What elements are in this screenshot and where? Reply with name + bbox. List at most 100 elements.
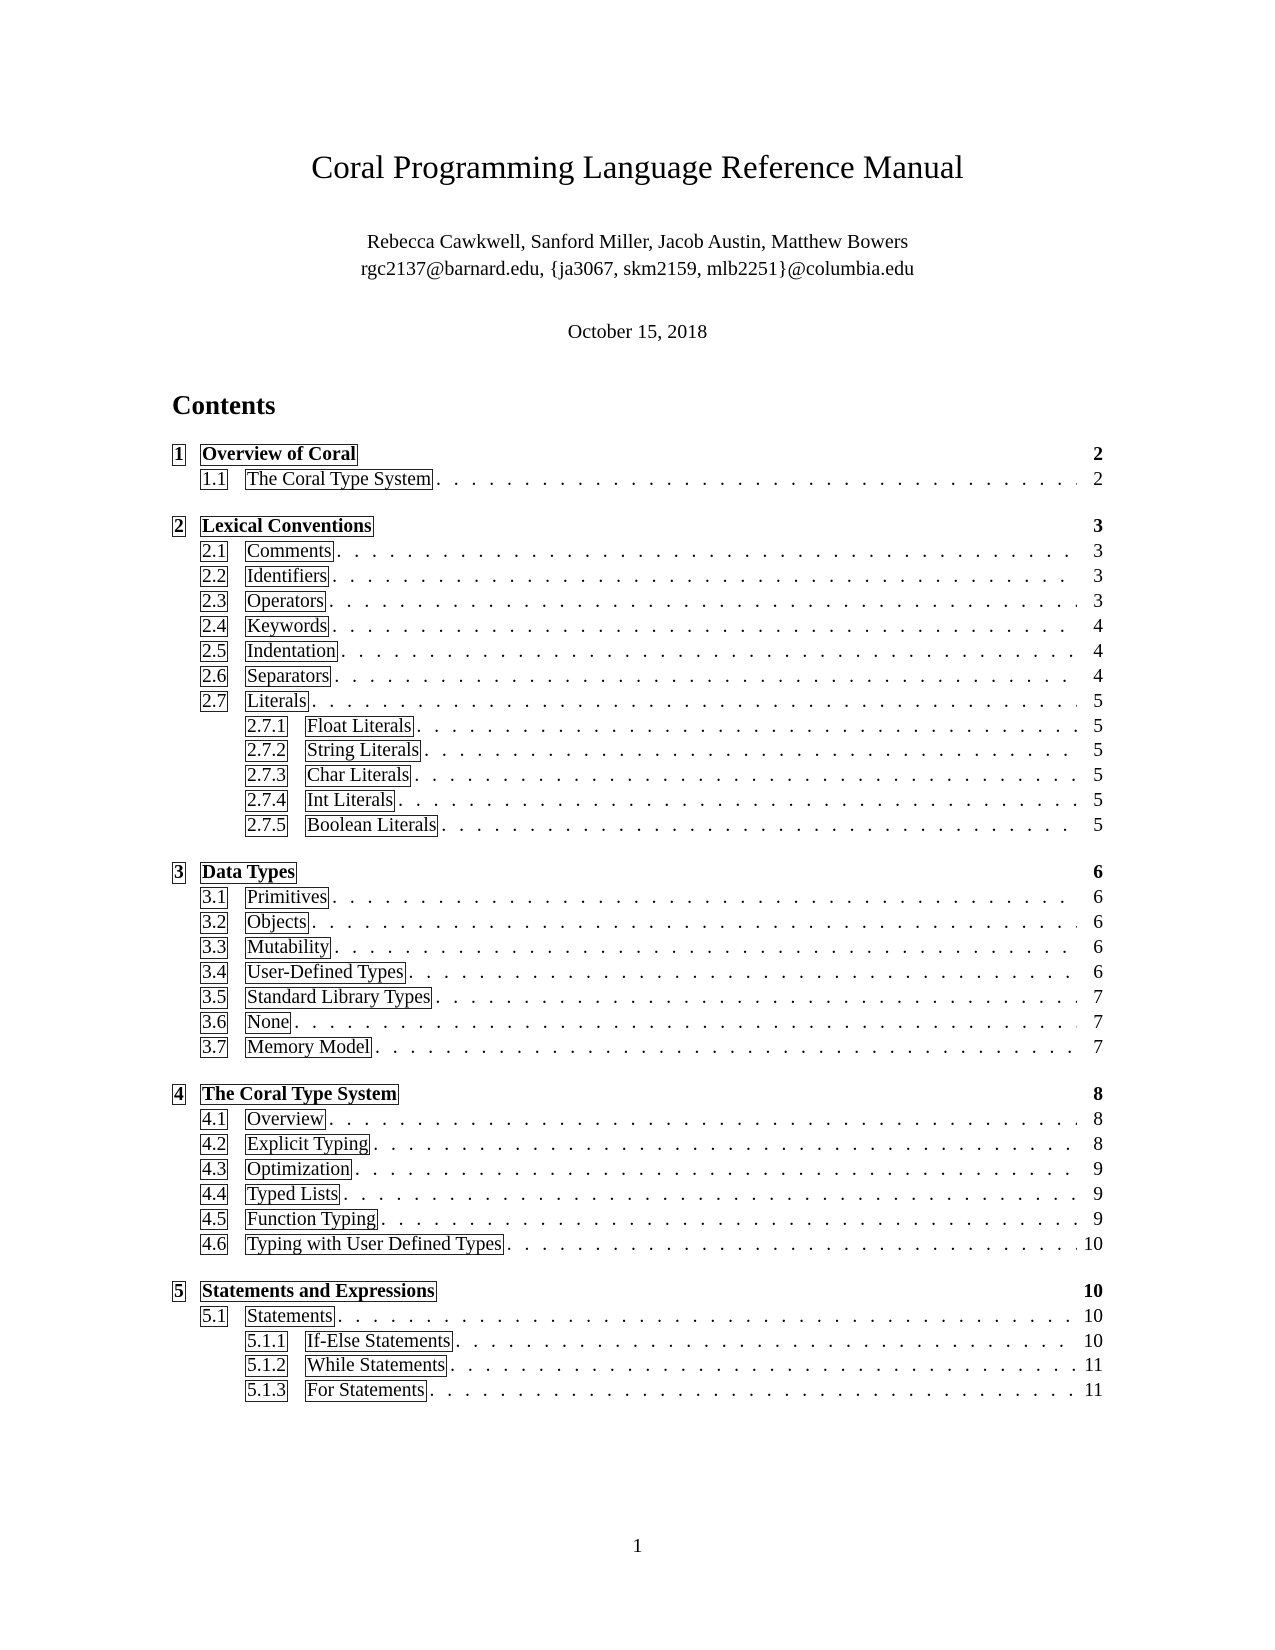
toc-entry[interactable]: 2.5Indentation. . . . . . . . . . . . . … <box>172 640 1103 665</box>
toc-entry-page[interactable]: 6 <box>1077 886 1103 911</box>
toc-entry[interactable]: 3.2Objects. . . . . . . . . . . . . . . … <box>172 911 1103 936</box>
toc-entry[interactable]: 2.7.3Char Literals. . . . . . . . . . . … <box>172 764 1103 789</box>
toc-entry[interactable]: 5.1.2While Statements. . . . . . . . . .… <box>172 1354 1103 1379</box>
toc-entry-number[interactable]: 4.1 <box>200 1108 245 1133</box>
toc-entry[interactable]: 3.3Mutability. . . . . . . . . . . . . .… <box>172 936 1103 961</box>
toc-entry[interactable]: 1Overview of Coral 2 <box>172 443 1103 468</box>
toc-entry-label[interactable]: Standard Library Types <box>245 986 432 1011</box>
toc-entry-number[interactable]: 5.1.1 <box>245 1330 305 1355</box>
toc-entry-label[interactable]: None <box>245 1011 291 1036</box>
toc-entry-number[interactable]: 2.7.2 <box>245 739 305 764</box>
toc-entry[interactable]: 5.1.3For Statements. . . . . . . . . . .… <box>172 1379 1103 1404</box>
toc-entry-page[interactable]: 11 <box>1077 1379 1103 1404</box>
toc-entry-page[interactable]: 10 <box>1077 1330 1103 1355</box>
toc-entry-label[interactable]: Data Types <box>200 861 297 886</box>
toc-entry-label[interactable]: Char Literals <box>305 764 411 789</box>
toc-entry[interactable]: 2.7.4Int Literals. . . . . . . . . . . .… <box>172 789 1103 814</box>
toc-entry-page[interactable]: 7 <box>1077 1036 1103 1061</box>
toc-entry-page[interactable]: 4 <box>1077 640 1103 665</box>
toc-entry-number[interactable]: 5 <box>172 1280 200 1305</box>
toc-entry-page[interactable]: 6 <box>1077 936 1103 961</box>
toc-entry[interactable]: 1.1The Coral Type System. . . . . . . . … <box>172 468 1103 493</box>
toc-entry-label[interactable]: Typing with User Defined Types <box>245 1233 504 1258</box>
toc-entry[interactable]: 2.2Identifiers. . . . . . . . . . . . . … <box>172 565 1103 590</box>
toc-entry-label[interactable]: Primitives <box>245 886 329 911</box>
toc-entry-page[interactable]: 11 <box>1077 1354 1103 1379</box>
toc-entry-page[interactable]: 2 <box>1077 468 1103 493</box>
toc-entry-page[interactable]: 8 <box>1077 1133 1103 1158</box>
toc-entry-page[interactable]: 9 <box>1077 1158 1103 1183</box>
toc-entry-label[interactable]: Mutability <box>245 936 331 961</box>
toc-entry-page[interactable]: 5 <box>1077 690 1103 715</box>
toc-entry-number[interactable]: 3.2 <box>200 911 245 936</box>
toc-entry[interactable]: 3.6None. . . . . . . . . . . . . . . . .… <box>172 1011 1103 1036</box>
toc-entry[interactable]: 2.7.5Boolean Literals. . . . . . . . . .… <box>172 814 1103 839</box>
toc-entry[interactable]: 2Lexical Conventions3 <box>172 515 1103 540</box>
toc-entry-label[interactable]: Float Literals <box>305 715 414 740</box>
toc-entry-page[interactable]: 8 <box>1077 1083 1103 1108</box>
toc-entry-number[interactable]: 5.1.2 <box>245 1354 305 1379</box>
toc-entry[interactable]: 5.1.1If-Else Statements. . . . . . . . .… <box>172 1330 1103 1355</box>
toc-entry-label[interactable]: Operators <box>245 590 326 615</box>
toc-entry-number[interactable]: 1 <box>172 443 200 468</box>
toc-entry[interactable]: 4The Coral Type System 8 <box>172 1083 1103 1108</box>
toc-entry-label[interactable]: If-Else Statements <box>305 1330 453 1355</box>
toc-entry-label[interactable]: Lexical Conventions <box>200 515 374 540</box>
toc-entry-page[interactable]: 10 <box>1077 1305 1103 1330</box>
toc-entry-label[interactable]: The Coral Type System <box>245 468 433 493</box>
toc-entry-label[interactable]: Literals <box>245 690 309 715</box>
toc-entry[interactable]: 4.3Optimization. . . . . . . . . . . . .… <box>172 1158 1103 1183</box>
toc-entry[interactable]: 5Statements and Expressions10 <box>172 1280 1103 1305</box>
toc-entry-page[interactable]: 5 <box>1077 814 1103 839</box>
toc-entry-label[interactable]: Comments <box>245 540 334 565</box>
toc-entry-page[interactable]: 6 <box>1077 911 1103 936</box>
toc-entry-page[interactable]: 3 <box>1077 565 1103 590</box>
toc-entry-label[interactable]: String Literals <box>305 739 421 764</box>
toc-entry-number[interactable]: 2.5 <box>200 640 245 665</box>
toc-entry-label[interactable]: Optimization <box>245 1158 352 1183</box>
toc-entry-label[interactable]: Boolean Literals <box>305 814 438 839</box>
toc-entry-number[interactable]: 3 <box>172 861 200 886</box>
toc-entry-label[interactable]: The Coral Type System <box>200 1083 399 1108</box>
toc-entry[interactable]: 3.5Standard Library Types. . . . . . . .… <box>172 986 1103 1011</box>
toc-entry-page[interactable]: 3 <box>1077 540 1103 565</box>
toc-entry-number[interactable]: 4 <box>172 1083 200 1108</box>
toc-entry[interactable]: 3.4User-Defined Types. . . . . . . . . .… <box>172 961 1103 986</box>
toc-entry[interactable]: 5.1Statements. . . . . . . . . . . . . .… <box>172 1305 1103 1330</box>
toc-entry-number[interactable]: 3.6 <box>200 1011 245 1036</box>
toc-entry-number[interactable]: 4.4 <box>200 1183 245 1208</box>
toc-entry-page[interactable]: 9 <box>1077 1208 1103 1233</box>
toc-entry-label[interactable]: Typed Lists <box>245 1183 340 1208</box>
toc-entry[interactable]: 3Data Types6 <box>172 861 1103 886</box>
toc-entry-page[interactable]: 4 <box>1077 665 1103 690</box>
toc-entry-number[interactable]: 4.6 <box>200 1233 245 1258</box>
toc-entry-label[interactable]: Overview <box>245 1108 326 1133</box>
toc-entry-page[interactable]: 5 <box>1077 739 1103 764</box>
toc-entry-page[interactable]: 3 <box>1077 590 1103 615</box>
toc-entry[interactable]: 2.4Keywords. . . . . . . . . . . . . . .… <box>172 615 1103 640</box>
toc-entry-label[interactable]: Indentation <box>245 640 338 665</box>
toc-entry[interactable]: 2.7.2String Literals. . . . . . . . . . … <box>172 739 1103 764</box>
toc-entry[interactable]: 2.6Separators. . . . . . . . . . . . . .… <box>172 665 1103 690</box>
toc-entry-label[interactable]: Memory Model <box>245 1036 372 1061</box>
toc-entry-label[interactable]: Function Typing <box>245 1208 378 1233</box>
toc-entry-label[interactable]: Overview of Coral <box>200 443 358 468</box>
toc-entry-label[interactable]: Statements and Expressions <box>200 1280 437 1305</box>
toc-entry-number[interactable]: 3.7 <box>200 1036 245 1061</box>
toc-entry-page[interactable]: 10 <box>1077 1233 1103 1258</box>
toc-entry-page[interactable]: 2 <box>1077 443 1103 468</box>
toc-entry-label[interactable]: Statements <box>245 1305 335 1330</box>
toc-entry-page[interactable]: 5 <box>1077 789 1103 814</box>
toc-entry-label[interactable]: Objects <box>245 911 309 936</box>
toc-entry-number[interactable]: 4.5 <box>200 1208 245 1233</box>
toc-entry-number[interactable]: 2.1 <box>200 540 245 565</box>
toc-entry-page[interactable]: 3 <box>1077 515 1103 540</box>
toc-entry-label[interactable]: Int Literals <box>305 789 395 814</box>
toc-entry-number[interactable]: 3.3 <box>200 936 245 961</box>
toc-entry-page[interactable]: 6 <box>1077 961 1103 986</box>
toc-entry-number[interactable]: 3.1 <box>200 886 245 911</box>
toc-entry-page[interactable]: 5 <box>1077 764 1103 789</box>
toc-entry-number[interactable]: 2.7.5 <box>245 814 305 839</box>
toc-entry-number[interactable]: 2.7 <box>200 690 245 715</box>
toc-entry[interactable]: 4.1Overview. . . . . . . . . . . . . . .… <box>172 1108 1103 1133</box>
